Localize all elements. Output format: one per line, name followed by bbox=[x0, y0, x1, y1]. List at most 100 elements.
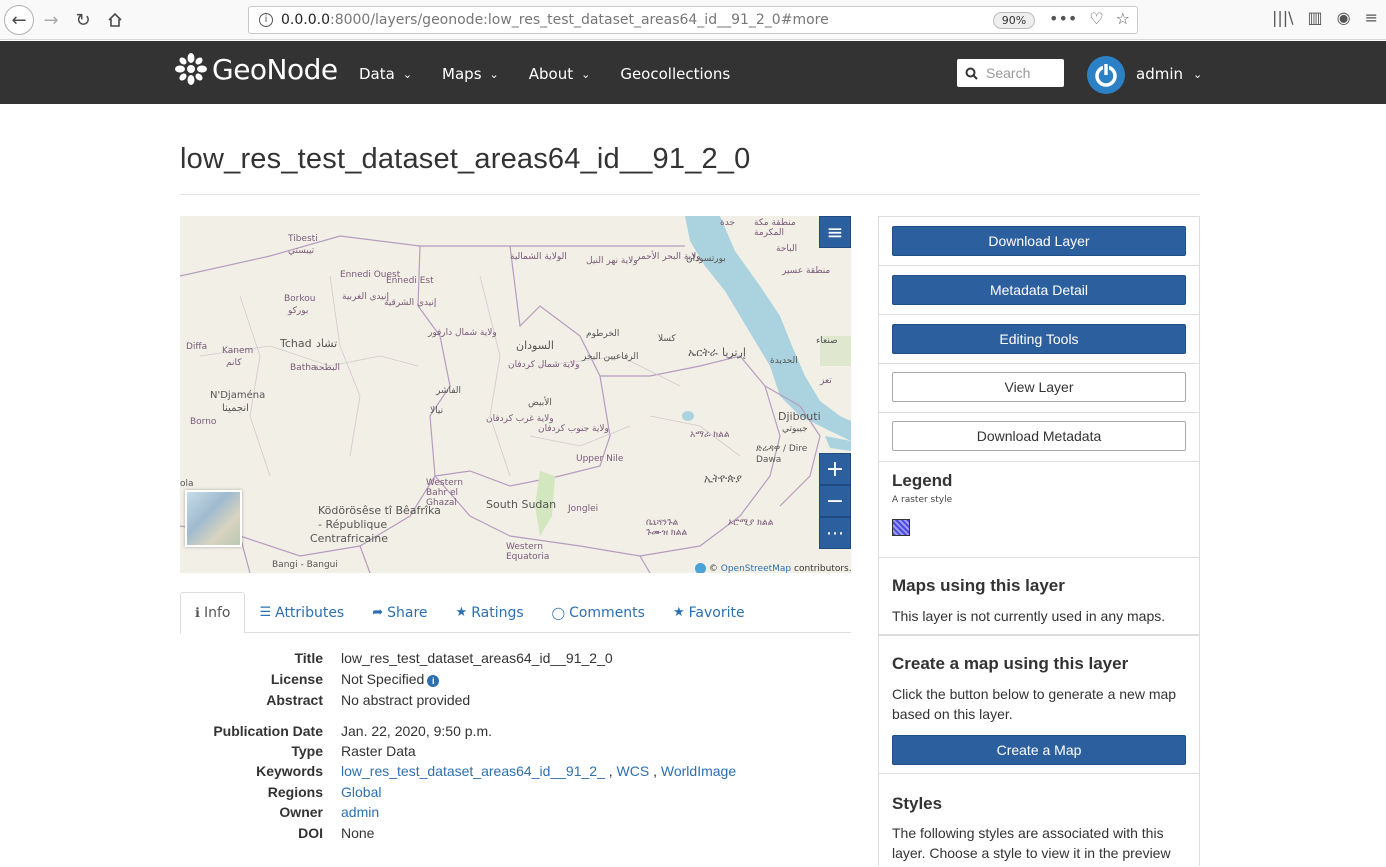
plus-icon: + bbox=[825, 456, 845, 482]
pocket-icon[interactable]: ♡ bbox=[1089, 9, 1103, 28]
tab-comments[interactable]: ◯ Comments bbox=[538, 592, 659, 633]
page-actions-icon[interactable]: ••• bbox=[1049, 9, 1077, 28]
bookmark-star-icon[interactable]: ☆ bbox=[1116, 9, 1130, 28]
download-metadata-button[interactable]: Download Metadata bbox=[892, 421, 1186, 451]
info-row-publication-date: Publication Date Jan. 22, 2020, 9:50 p.m. bbox=[213, 723, 492, 739]
share-icon: ➦ bbox=[372, 605, 384, 620]
keyword-link[interactable]: low_res_test_dataset_areas64_id__91_2_ bbox=[341, 763, 605, 779]
address-bar[interactable]: i 0.0.0.0:8000/layers/geonode:low_res_te… bbox=[248, 6, 1138, 34]
legend-title: Legend bbox=[892, 471, 953, 490]
reload-button[interactable]: ↻ bbox=[68, 5, 98, 35]
menu-about[interactable]: About ⌄ bbox=[529, 65, 591, 83]
owner-link[interactable]: admin bbox=[341, 804, 379, 820]
maps-using-text: This layer is not currently used in any … bbox=[892, 608, 1166, 624]
map-label: تعز bbox=[820, 376, 832, 386]
map-label: ድሬዳዋ / Dire Dawa bbox=[756, 444, 808, 465]
zoom-level-badge[interactable]: 90% bbox=[993, 12, 1035, 29]
zoom-in-button[interactable]: + bbox=[819, 453, 851, 485]
map-label: تشاد bbox=[316, 337, 338, 350]
menu-icon[interactable]: ≡ bbox=[1365, 8, 1378, 27]
map-label: Tibesti bbox=[288, 234, 318, 244]
map-label: ولاية غرب كردفان bbox=[486, 414, 554, 424]
layer-sidebar: Download Layer Metadata Detail Editing T… bbox=[878, 216, 1200, 866]
list-icon: ☰ bbox=[259, 605, 272, 620]
map-label: Borkou bbox=[284, 294, 316, 304]
tab-favorite[interactable]: ★ Favorite bbox=[659, 592, 759, 633]
home-icon bbox=[108, 12, 122, 27]
map-label: منطقة مكة المكرمة bbox=[754, 218, 796, 238]
map-label: السودان bbox=[516, 339, 554, 352]
menu-geocollections[interactable]: Geocollections bbox=[620, 65, 730, 83]
styles-text: The following styles are associated with… bbox=[892, 825, 1171, 861]
osm-link[interactable]: OpenStreetMap bbox=[721, 564, 791, 573]
map-label: Tchad bbox=[280, 337, 312, 350]
map-label: ኦሮሚያ ክልል bbox=[728, 518, 774, 528]
license-info-icon[interactable]: i bbox=[427, 675, 440, 687]
info-row-license: License Not Specified i bbox=[180, 671, 851, 691]
search-box[interactable] bbox=[957, 59, 1064, 87]
tab-attributes[interactable]: ☰ Attributes bbox=[245, 592, 358, 633]
chevron-down-icon: ⌄ bbox=[581, 67, 591, 81]
sidebar-section: View Layer bbox=[879, 364, 1199, 413]
map-label: الباحة bbox=[776, 244, 798, 254]
map-more-button[interactable]: ⋯ bbox=[819, 517, 851, 549]
tab-share[interactable]: ➦ Share bbox=[358, 592, 441, 633]
url-text: 0.0.0.0:8000/layers/geonode:low_res_test… bbox=[281, 12, 829, 28]
map-label: كسلا bbox=[658, 334, 676, 344]
create-map-button[interactable]: Create a Map bbox=[892, 735, 1186, 765]
menu-maps[interactable]: Maps ⌄ bbox=[442, 65, 499, 83]
create-map-section: Create a map using this layer Click the … bbox=[879, 636, 1199, 774]
styles-title: Styles bbox=[892, 794, 943, 813]
layers-menu-button[interactable]: ≡ bbox=[819, 216, 851, 248]
map-label: Kanem bbox=[222, 346, 254, 356]
arrow-right-icon: → bbox=[43, 9, 59, 31]
zoom-out-button[interactable]: − bbox=[819, 485, 851, 517]
map-label: تيبستي bbox=[288, 246, 315, 256]
tab-ratings[interactable]: ★ Ratings bbox=[442, 592, 538, 633]
page-title: low_res_test_dataset_areas64_id__91_2_0 bbox=[180, 143, 751, 175]
view-layer-button[interactable]: View Layer bbox=[892, 372, 1186, 402]
menu-data[interactable]: Data ⌄ bbox=[359, 65, 412, 83]
region-link[interactable]: Global bbox=[341, 784, 381, 800]
map-label: Bangi - Bangui bbox=[272, 560, 338, 570]
legend-section: Legend A raster style bbox=[879, 462, 1199, 558]
map-attribution: © OpenStreetMap contributors. bbox=[695, 563, 851, 573]
chevron-down-icon: ⌄ bbox=[489, 67, 499, 81]
chevron-down-icon: ⌄ bbox=[1193, 67, 1203, 81]
avatar[interactable] bbox=[1087, 56, 1125, 94]
map-label: الولاية الشمالية bbox=[510, 252, 567, 262]
sidebar-section: Metadata Detail bbox=[879, 266, 1199, 315]
download-layer-button[interactable]: Download Layer bbox=[892, 226, 1186, 256]
legend-swatch bbox=[892, 519, 910, 536]
map-label: N'Djaména bbox=[210, 390, 266, 401]
map-label: الأبيض bbox=[528, 398, 552, 408]
sidebar-icon[interactable]: ▥ bbox=[1308, 8, 1323, 27]
user-menu[interactable]: admin ⌄ bbox=[1136, 65, 1202, 83]
keyword-link[interactable]: WCS bbox=[617, 763, 650, 779]
extension-icon[interactable]: ◉ bbox=[1337, 8, 1351, 27]
search-input[interactable] bbox=[986, 65, 1058, 81]
back-button[interactable]: ← bbox=[4, 5, 34, 35]
legend-style-name: A raster style bbox=[892, 495, 953, 505]
forward-button[interactable]: → bbox=[36, 5, 66, 35]
tab-info[interactable]: ℹ Info bbox=[180, 592, 246, 634]
keyword-link[interactable]: WorldImage bbox=[661, 763, 736, 779]
layer-map-preview[interactable]: Tibesti تيبستي Ennedi Ouest إنيدي الغربي… bbox=[180, 216, 851, 573]
library-icon[interactable]: |||\ bbox=[1272, 8, 1294, 27]
editing-tools-button[interactable]: Editing Tools bbox=[892, 324, 1186, 354]
map-label: Western Equatoria bbox=[506, 542, 550, 562]
map-label: الفاشر bbox=[436, 386, 462, 396]
info-icon[interactable] bbox=[695, 563, 706, 573]
page-info-icon[interactable]: i bbox=[259, 13, 273, 27]
basemap-switcher-thumbnail[interactable] bbox=[185, 490, 242, 547]
site-navbar: GeoNode Data ⌄ Maps ⌄ About ⌄ Geocollection… bbox=[0, 41, 1386, 104]
map-label: Batha bbox=[290, 363, 317, 373]
geonode-logo[interactable]: GeoNode bbox=[173, 51, 338, 87]
map-label: Diffa bbox=[186, 342, 208, 352]
home-button[interactable] bbox=[100, 5, 130, 35]
metadata-detail-button[interactable]: Metadata Detail bbox=[892, 275, 1186, 305]
map-label: ولاية نهر النيل bbox=[586, 256, 638, 266]
map-label: Ennedi Est bbox=[386, 276, 434, 286]
map-label: الرفاعيين البحر bbox=[582, 352, 639, 362]
map-label: ولاية شمال دارفور bbox=[428, 328, 497, 338]
